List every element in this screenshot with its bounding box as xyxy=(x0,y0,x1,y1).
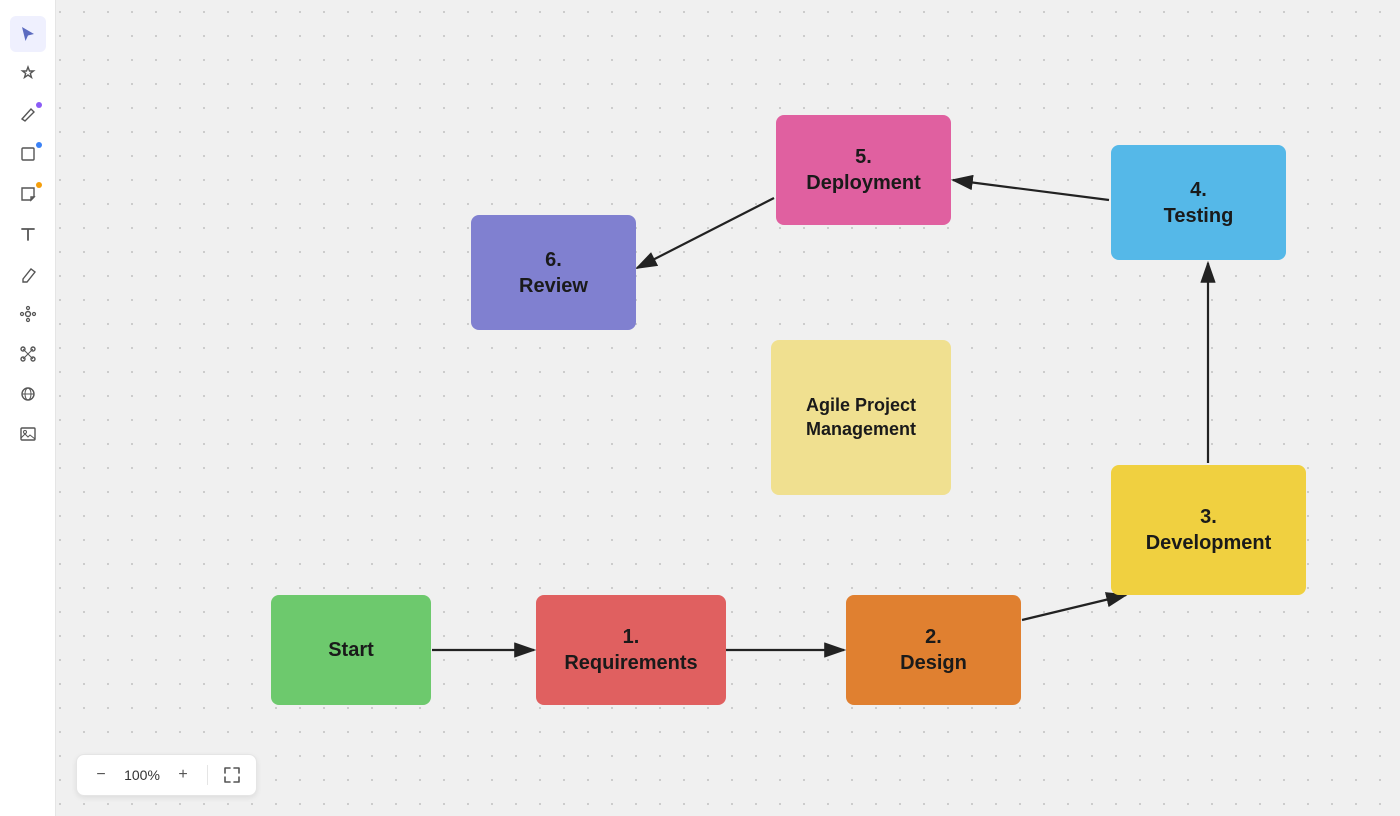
fit-to-screen-button[interactable] xyxy=(218,761,246,789)
magic-tool-button[interactable] xyxy=(10,56,46,92)
node-requirements[interactable]: 1. Requirements xyxy=(536,595,726,705)
draw-dot xyxy=(36,102,42,108)
node-development[interactable]: 3. Development xyxy=(1111,465,1306,595)
node-testing-label: 4. Testing xyxy=(1164,177,1234,229)
note-dot xyxy=(36,182,42,188)
fit-icon xyxy=(223,766,241,784)
zoom-in-button[interactable]: + xyxy=(169,761,197,789)
zoom-level: 100% xyxy=(123,767,161,783)
node-testing[interactable]: 4. Testing xyxy=(1111,145,1286,260)
shape-dot xyxy=(36,142,42,148)
node-agile-label: Agile Project Management xyxy=(806,394,916,441)
node-start-label: Start xyxy=(328,637,374,663)
node-development-label: 3. Development xyxy=(1146,504,1272,556)
zoom-out-button[interactable]: − xyxy=(87,761,115,789)
draw-tool-button[interactable] xyxy=(10,96,46,132)
node-requirements-label: 1. Requirements xyxy=(564,624,697,676)
shape-tool-button[interactable] xyxy=(10,136,46,172)
node-design-label: 2. Design xyxy=(900,624,967,676)
node-design[interactable]: 2. Design xyxy=(846,595,1021,705)
node-review-label: 6. Review xyxy=(519,247,588,299)
toolbar xyxy=(0,0,56,816)
bottom-toolbar: − 100% + xyxy=(76,754,257,796)
component-tool-button[interactable] xyxy=(10,296,46,332)
node-deployment[interactable]: 5. Deployment xyxy=(776,115,951,225)
node-review[interactable]: 6. Review xyxy=(471,215,636,330)
globe-tool-button[interactable] xyxy=(10,376,46,412)
connect-tool-button[interactable] xyxy=(10,336,46,372)
node-agile[interactable]: Agile Project Management xyxy=(771,340,951,495)
node-start[interactable]: Start xyxy=(271,595,431,705)
node-deployment-label: 5. Deployment xyxy=(806,144,920,196)
text-tool-button[interactable] xyxy=(10,216,46,252)
select-tool-button[interactable] xyxy=(10,16,46,52)
eraser-tool-button[interactable] xyxy=(10,256,46,292)
note-tool-button[interactable] xyxy=(10,176,46,212)
toolbar-divider xyxy=(207,765,208,785)
canvas[interactable]: Start 1. Requirements 2. Design 3. Devel… xyxy=(56,0,1400,816)
arrows-svg xyxy=(56,0,1400,816)
image-tool-button[interactable] xyxy=(10,416,46,452)
